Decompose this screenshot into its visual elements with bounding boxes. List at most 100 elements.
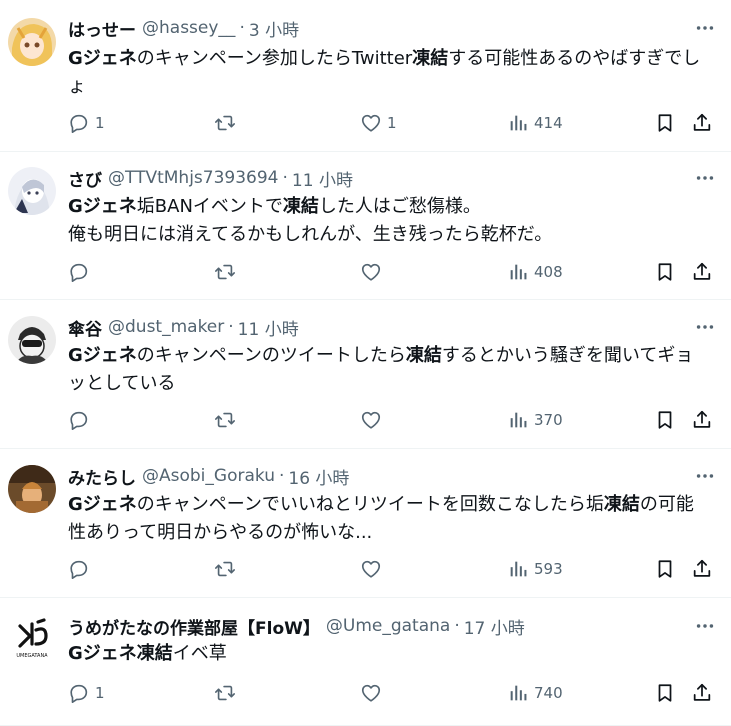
separator-dot: · (228, 317, 234, 337)
timestamp[interactable]: 11 小時 (292, 166, 353, 191)
view-count: 593 (534, 560, 563, 578)
action-bar: 370 (0, 405, 731, 435)
share-button[interactable] (691, 108, 713, 138)
retweet-button[interactable] (214, 678, 241, 708)
view-count: 370 (534, 411, 563, 429)
share-button[interactable] (691, 405, 713, 435)
tweet-5[interactable]: UMEGATANA うめがたなの作業部屋【FloW】 @Ume_gatana · 17 … (0, 598, 731, 726)
avatar[interactable] (8, 316, 56, 364)
reply-button[interactable]: 1 (68, 108, 105, 138)
reply-icon (68, 112, 90, 134)
bookmark-button[interactable] (654, 678, 676, 708)
tweet-4[interactable]: みたらし @Asobi_Goraku · 16 小時 Gジェネのキャンペーンでいいねとリ… (0, 449, 731, 598)
bookmark-icon (654, 409, 676, 431)
highlighted-term: 凍結 (405, 345, 442, 366)
retweet-icon (214, 682, 236, 704)
text-segment: イベ草 (172, 643, 227, 664)
user-handle[interactable]: @hassey__ (142, 18, 235, 38)
views-button[interactable]: 370 (507, 405, 563, 435)
user-handle[interactable]: @TTVtMhjs7393694 (108, 168, 279, 188)
reply-button[interactable]: 1 (68, 678, 105, 708)
separator-dot: · (282, 168, 288, 188)
bookmark-button[interactable] (654, 108, 676, 138)
bookmark-button[interactable] (654, 257, 676, 287)
reply-icon (68, 682, 90, 704)
tweet-text: Gジェネのキャンペーン参加したらTwitter凍結する可能性あるのやばすぎでしょ (68, 45, 708, 101)
retweet-icon (214, 112, 236, 134)
action-bar: 1 1 414 (0, 108, 731, 138)
like-button[interactable]: 1 (360, 108, 397, 138)
views-icon (507, 112, 529, 134)
like-button[interactable] (360, 678, 387, 708)
like-icon (360, 558, 382, 580)
text-segment: のキャンペーン参加したらTwitter (136, 48, 413, 69)
share-button[interactable] (691, 554, 713, 584)
more-options-button[interactable] (693, 166, 717, 190)
view-count: 414 (534, 114, 563, 132)
avatar[interactable] (8, 465, 56, 513)
bookmark-button[interactable] (654, 554, 676, 584)
tweet-header: 傘谷 @dust_maker · 11 小時 (68, 313, 299, 341)
avatar[interactable] (8, 18, 56, 66)
display-name[interactable]: はっせー (68, 16, 136, 41)
tweet-2[interactable]: さび @TTVtMhjs7393694 · 11 小時 Gジェネ垢BANイベントで凍結し… (0, 152, 731, 300)
text-segment: のキャンペーンでいいねとリツイートを回数こなしたら垢 (136, 494, 604, 515)
display-name[interactable]: 傘谷 (68, 315, 102, 340)
share-icon (691, 261, 713, 283)
more-options-button[interactable] (693, 614, 717, 638)
avatar[interactable] (8, 167, 56, 215)
views-button[interactable]: 593 (507, 554, 563, 584)
timestamp[interactable]: 17 小時 (464, 614, 525, 639)
highlighted-term: Gジェネ (68, 48, 137, 69)
timestamp[interactable]: 16 小時 (288, 464, 349, 489)
reply-button[interactable] (68, 554, 95, 584)
tweet-header: うめがたなの作業部屋【FloW】 @Ume_gatana · 17 小時 (68, 612, 525, 640)
highlighted-term: 凍結 (282, 196, 319, 217)
user-handle[interactable]: @Asobi_Goraku (142, 466, 275, 486)
bookmark-button[interactable] (654, 405, 676, 435)
retweet-button[interactable] (214, 108, 241, 138)
retweet-button[interactable] (214, 257, 241, 287)
display-name[interactable]: うめがたなの作業部屋【FloW】 (68, 614, 320, 639)
separator-dot: · (454, 616, 460, 636)
separator-dot: · (278, 466, 285, 486)
tweet-feed: はっせー @hassey__ · 3 小時 Gジェネのキャンペーン参加したらTwitte… (0, 0, 731, 726)
display-name[interactable]: みたらし (68, 464, 136, 489)
like-button[interactable] (360, 554, 387, 584)
action-bar: 593 (0, 554, 731, 584)
display-name[interactable]: さび (68, 166, 102, 191)
tweet-1[interactable]: はっせー @hassey__ · 3 小時 Gジェネのキャンペーン参加したらTwitte… (0, 0, 731, 152)
more-options-button[interactable] (693, 464, 717, 488)
more-icon (694, 316, 716, 338)
more-icon (694, 167, 716, 189)
retweet-button[interactable] (214, 554, 241, 584)
user-handle[interactable]: @dust_maker (108, 317, 224, 337)
share-button[interactable] (691, 678, 713, 708)
views-button[interactable]: 414 (507, 108, 563, 138)
like-button[interactable] (360, 405, 387, 435)
timestamp[interactable]: 11 小時 (238, 315, 299, 340)
tweet-3[interactable]: 傘谷 @dust_maker · 11 小時 Gジェネのキャンペーンのツイートしたら凍結… (0, 300, 731, 449)
user-handle[interactable]: @Ume_gatana (326, 616, 450, 636)
more-options-button[interactable] (693, 16, 717, 40)
highlighted-term: Gジェネ (68, 643, 137, 664)
bookmark-icon (654, 112, 676, 134)
views-icon (507, 261, 529, 283)
tweet-header: みたらし @Asobi_Goraku · 16 小時 (68, 462, 349, 490)
views-button[interactable]: 740 (507, 678, 563, 708)
timestamp[interactable]: 3 小時 (249, 16, 299, 41)
views-button[interactable]: 408 (507, 257, 563, 287)
avatar[interactable]: UMEGATANA (8, 614, 56, 662)
more-options-button[interactable] (693, 315, 717, 339)
view-count: 740 (534, 684, 563, 702)
like-button[interactable] (360, 257, 387, 287)
retweet-icon (214, 409, 236, 431)
reply-button[interactable] (68, 405, 95, 435)
highlighted-term: Gジェネ (68, 494, 137, 515)
retweet-button[interactable] (214, 405, 241, 435)
like-icon (360, 112, 382, 134)
reply-button[interactable] (68, 257, 95, 287)
share-button[interactable] (691, 257, 713, 287)
highlighted-term: Gジェネ (68, 196, 137, 217)
tweet-text: Gジェネ凍結イベ草 (68, 640, 708, 668)
